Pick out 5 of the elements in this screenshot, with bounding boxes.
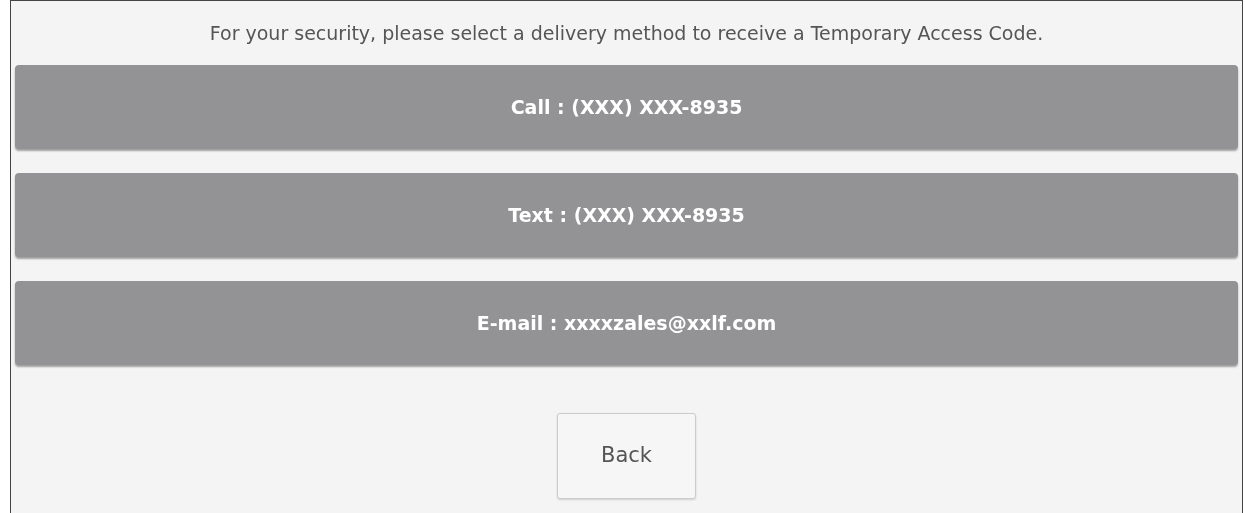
- instruction-text: For your security, please select a delivery method to receive a Temporary Access Code.: [209, 21, 1044, 46]
- back-button[interactable]: Back: [557, 413, 696, 499]
- delivery-option-button[interactable]: E-mail : xxxxzales@xxlf.com: [15, 281, 1238, 365]
- delivery-option-button[interactable]: Text : (XXX) XXX-8935: [15, 173, 1238, 257]
- delivery-option-button[interactable]: Call : (XXX) XXX-8935: [15, 65, 1238, 149]
